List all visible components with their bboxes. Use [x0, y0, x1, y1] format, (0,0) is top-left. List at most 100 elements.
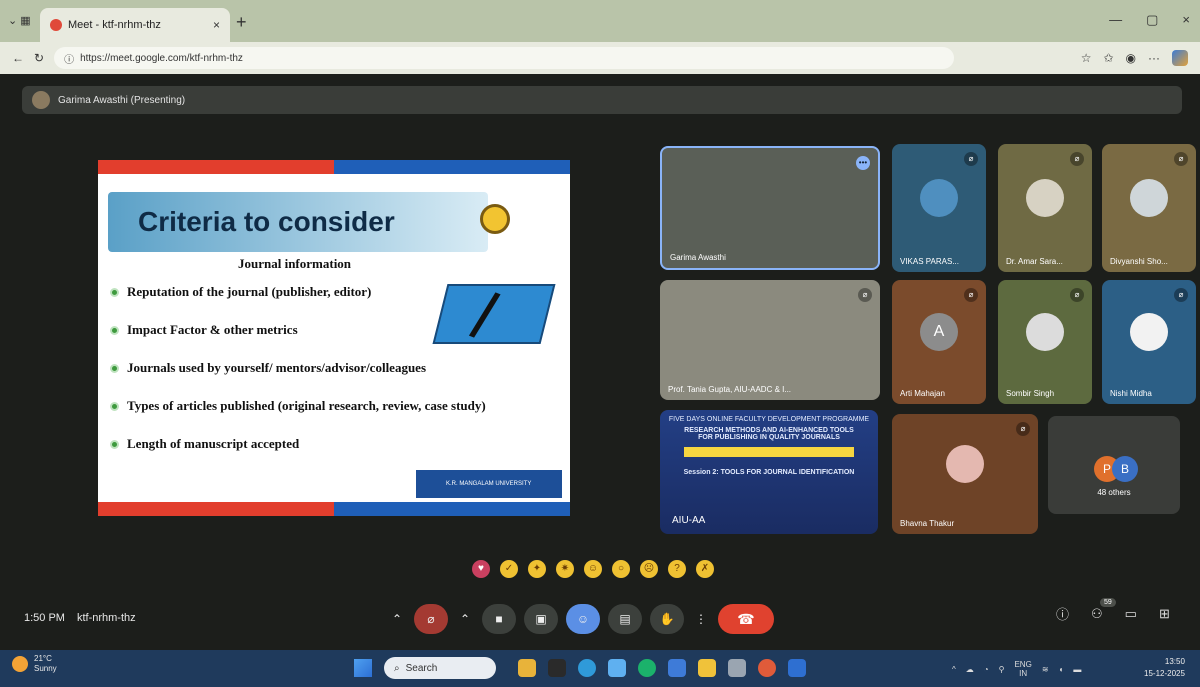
minimize-button[interactable]: — [1109, 12, 1122, 28]
participant-initial-avatar: A [920, 313, 958, 352]
more-options-icon[interactable]: ⋮ [692, 604, 710, 634]
favorites-icon[interactable]: ✩ [1103, 51, 1113, 65]
meet-favicon-icon [50, 19, 62, 31]
poster-heading: FIVE DAYS ONLINE FACULTY DEVELOPMENT PRO… [668, 416, 870, 423]
clock-time: 13:50 [1164, 657, 1185, 666]
participant-tile[interactable]: ⌀ Prof. Tania Gupta, AIU-AADC & I... [660, 280, 880, 400]
whatsapp-icon[interactable] [638, 659, 656, 677]
reload-icon[interactable]: ↻ [34, 51, 44, 65]
tab-close-icon[interactable]: × [213, 18, 220, 32]
heart-reaction-icon[interactable]: ♥ [472, 560, 490, 578]
others-tile[interactable]: P B 48 others [1048, 416, 1180, 514]
participant-name: Bhavna Thakur [900, 519, 955, 528]
surprised-reaction-icon[interactable]: ○ [612, 560, 630, 578]
mic-toggle-button[interactable]: ⌀ [414, 604, 448, 634]
participant-tile[interactable]: ⌀ Nishi Midha [1102, 280, 1196, 404]
mic-off-icon: ⌀ [1070, 288, 1084, 302]
location-icon[interactable]: ⚲ [999, 665, 1005, 674]
close-window-button[interactable]: × [1182, 12, 1190, 28]
participant-tile[interactable]: A ⌀ Arti Mahajan [892, 280, 986, 404]
bullet-dot-icon [110, 439, 119, 449]
task-view-icon[interactable] [548, 659, 566, 677]
participant-tile[interactable]: ••• Garima Awasthi [660, 146, 880, 270]
mic-off-icon: ⌀ [1070, 152, 1084, 166]
mic-off-icon: ⌀ [964, 288, 978, 302]
participant-name: Prof. Tania Gupta, AIU-AADC & I... [668, 385, 792, 394]
weather-widget[interactable]: 21°C Sunny [12, 654, 57, 674]
captions-button[interactable]: ▤ [608, 604, 642, 634]
slide-bullet: Types of articles published (original re… [110, 398, 486, 414]
camera-toggle-button[interactable]: ■ [482, 604, 516, 634]
chat-icon[interactable]: ▭ [1125, 606, 1137, 622]
language-indicator[interactable]: ENG IN [1014, 660, 1031, 678]
back-icon[interactable]: ← [12, 51, 24, 65]
chrome-icon[interactable] [758, 659, 776, 677]
participant-tile[interactable]: ⌀ VIKAS PARAS... [892, 144, 986, 272]
url-field[interactable]: ⓘ https://meet.google.com/ktf-nrhm-thz [54, 47, 955, 69]
thumbs-down-reaction-icon[interactable]: ✗ [696, 560, 714, 578]
participant-tile[interactable]: ⌀ Dr. Amar Sara... [998, 144, 1092, 272]
others-count: 48 others [1097, 488, 1131, 497]
activities-icon[interactable]: ⊞ [1159, 606, 1170, 622]
file-explorer-icon[interactable] [698, 659, 716, 677]
system-clock[interactable]: 13:50 15-12-2025 [1144, 656, 1185, 680]
tray-overflow-icon[interactable]: ^ [952, 665, 956, 674]
sad-reaction-icon[interactable]: ☹ [640, 560, 658, 578]
present-screen-button[interactable]: ▣ [524, 604, 558, 634]
site-info-icon[interactable]: ⓘ [64, 51, 74, 66]
wifi-icon[interactable]: ≋ [1042, 665, 1049, 674]
emoji-reactions-button[interactable]: ☺ [566, 604, 600, 634]
thinking-reaction-icon[interactable]: ? [668, 560, 686, 578]
party-reaction-icon[interactable]: ✦ [528, 560, 546, 578]
people-icon[interactable]: ⚇ [1091, 606, 1103, 622]
store-app-icon[interactable] [608, 659, 626, 677]
clap-reaction-icon[interactable]: ✷ [556, 560, 574, 578]
edge-browser-icon[interactable] [578, 659, 596, 677]
participant-name: Dr. Amar Sara... [1006, 257, 1063, 266]
audio-options-chevron-icon[interactable]: ⌃ [388, 604, 406, 634]
taskbar-search[interactable]: ⌕ Search [384, 657, 496, 679]
sun-icon [12, 656, 28, 672]
meet-stage: Garima Awasthi (Presenting) Criteria to … [0, 74, 1200, 650]
meeting-details-icon[interactable]: ⓘ [1056, 604, 1069, 623]
participant-tile[interactable]: ⌀ Sombir Singh [998, 280, 1092, 404]
slide-bullet: Impact Factor & other metrics [110, 322, 486, 338]
presenter-label: Garima Awasthi (Presenting) [58, 94, 186, 106]
outlook-icon[interactable] [668, 659, 686, 677]
camera-app-icon[interactable] [728, 659, 746, 677]
cloud-icon[interactable]: ☁ [966, 665, 974, 674]
call-controls: ⌃ ⌀ ⌃ ■ ▣ ☺ ▤ ✋ ⋮ ☎ [388, 604, 774, 634]
battery-icon[interactable]: ▬ [1073, 665, 1081, 674]
network-icon[interactable]: ◔ [984, 665, 989, 674]
volume-icon[interactable]: ◖ [1059, 665, 1064, 674]
bullet-dot-icon [110, 325, 119, 335]
more-menu-icon[interactable]: ··· [1148, 51, 1160, 65]
shared-poster-tile[interactable]: FIVE DAYS ONLINE FACULTY DEVELOPMENT PRO… [660, 410, 878, 534]
copilot-icon[interactable] [1172, 50, 1188, 66]
search-placeholder: Search [405, 662, 438, 674]
book-illustration [432, 284, 556, 344]
word-app-icon[interactable] [788, 659, 806, 677]
profile-icon[interactable]: ◉ [1126, 51, 1136, 65]
participant-name: Divyanshi Sho... [1110, 257, 1168, 266]
maximize-button[interactable]: ▢ [1146, 12, 1158, 28]
participant-tile[interactable]: ⌀ Bhavna Thakur [892, 414, 1038, 534]
bullet-dot-icon [110, 401, 119, 411]
tab-actions-icon[interactable]: ⌄ ▦ [8, 14, 31, 27]
leave-call-button[interactable]: ☎ [718, 604, 774, 634]
favorite-star-icon[interactable]: ☆ [1081, 51, 1092, 65]
browser-tab-meet[interactable]: Meet - ktf-nrhm-thz × [40, 8, 230, 42]
raise-hand-button[interactable]: ✋ [650, 604, 684, 634]
poster-title: RESEARCH METHODS AND AI-ENHANCED TOOLS F… [684, 427, 854, 441]
presenter-avatar [32, 91, 50, 109]
widgets-app-icon[interactable] [518, 659, 536, 677]
new-tab-button[interactable]: + [236, 12, 247, 33]
video-options-chevron-icon[interactable]: ⌃ [456, 604, 474, 634]
laugh-reaction-icon[interactable]: ☺ [584, 560, 602, 578]
mic-off-icon: ⌀ [1016, 422, 1030, 436]
participant-tile[interactable]: ⌀ Divyanshi Sho... [1102, 144, 1196, 272]
meeting-code: ktf-nrhm-thz [76, 612, 136, 624]
thumbs-up-reaction-icon[interactable]: ✓ [500, 560, 518, 578]
start-button[interactable] [354, 659, 372, 677]
participant-avatar [920, 178, 958, 217]
